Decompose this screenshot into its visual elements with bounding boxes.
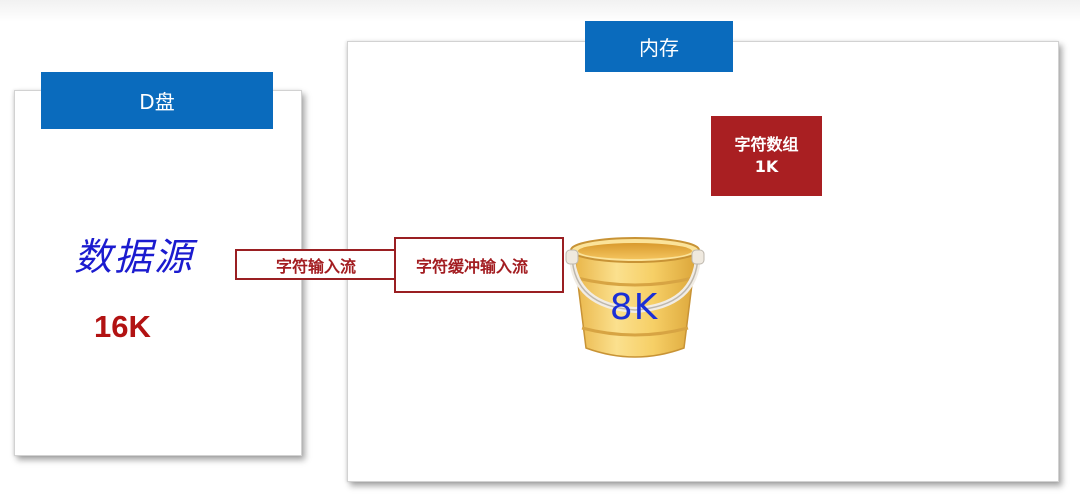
- top-fade: [0, 0, 1080, 22]
- char-array-box: 字符数组 1K: [711, 116, 822, 196]
- char-array-label: 字符数组: [734, 135, 799, 154]
- buffered-char-input-stream: 字符缓冲输入流: [394, 237, 564, 293]
- buffer-size-label: 8K: [609, 287, 659, 328]
- disk-size-label: 16K: [94, 309, 151, 344]
- char-array-size: 1K: [754, 157, 779, 176]
- memory-title: 内存: [585, 21, 733, 72]
- data-source-label: 数据源: [73, 235, 194, 279]
- char-input-stream: 字符输入流: [235, 249, 397, 280]
- buffered-stream-label: 字符缓冲输入流: [416, 257, 529, 276]
- char-input-stream-label: 字符输入流: [275, 256, 356, 276]
- disk-title: D盘: [41, 72, 273, 129]
